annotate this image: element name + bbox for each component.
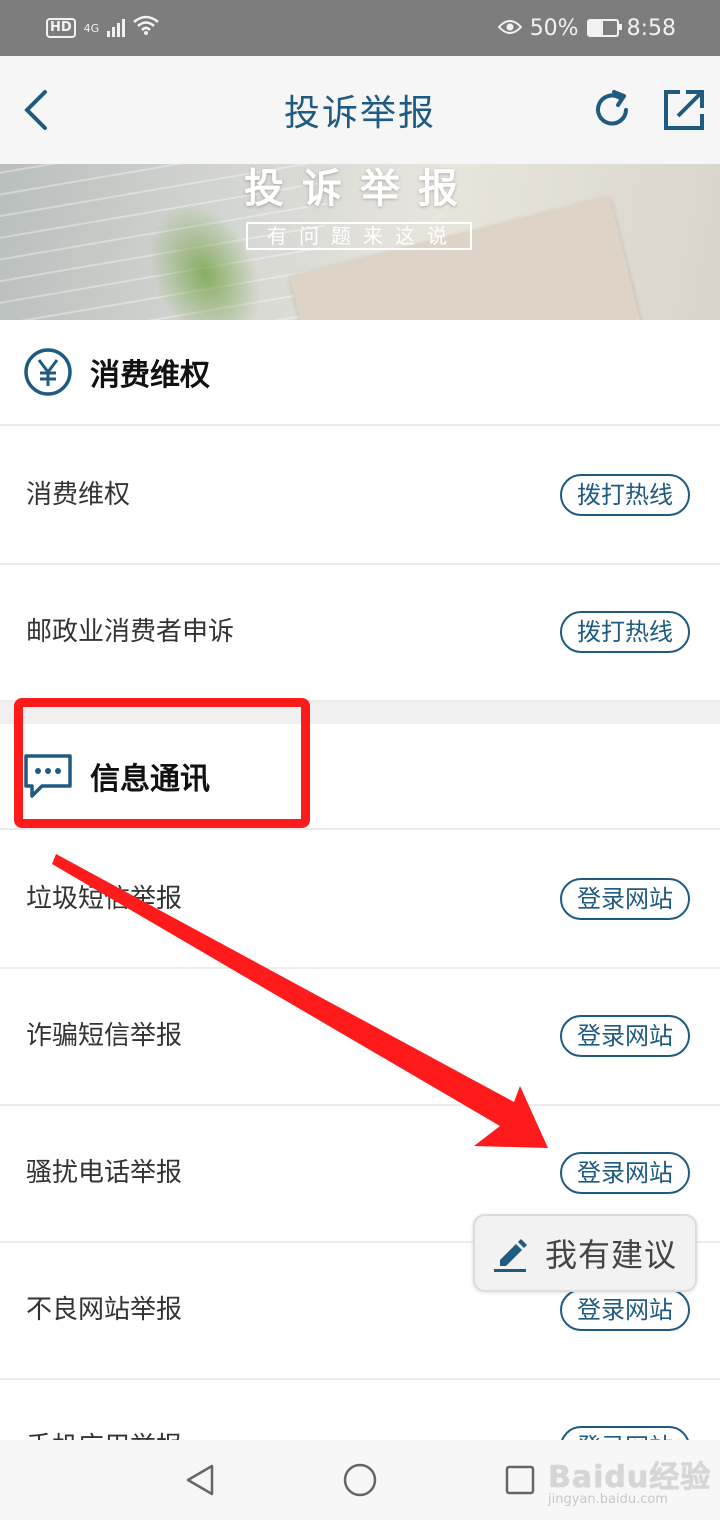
eye-comfort-icon [497,16,523,41]
call-hotline-button[interactable]: 拨打热线 [560,474,690,516]
refresh-button[interactable] [584,82,640,138]
status-bar: HD 4G 50% 8:58 [0,0,720,56]
pencil-icon [491,1233,531,1273]
list-item: 垃圾短信举报 登录网站 [0,832,720,969]
chevron-left-icon [24,90,47,130]
section-header-consumer: 消费维权 [0,320,720,426]
nav-back-button[interactable] [178,1458,222,1502]
suggestion-button[interactable]: 我有建议 [473,1214,697,1292]
banner-subtitle: 有问题来这说 [246,222,472,250]
page-title: 投诉举报 [283,93,436,134]
visit-website-button[interactable]: 登录网站 [560,1015,690,1057]
list-item-label: 邮政业消费者申诉 [26,617,235,647]
signal-icon [107,19,126,37]
annotation-highlight-box [14,698,310,828]
app-header: 投诉举报 [0,56,720,164]
suggestion-label: 我有建议 [545,1236,678,1274]
clock: 8:58 [626,15,676,41]
yen-icon [22,346,74,398]
watermark: Baidu经验 jingyan.baidu.com [548,1452,720,1512]
list-item: 邮政业消费者申诉 拨打热线 [0,565,720,702]
refresh-icon [596,90,628,126]
hd-indicator: HD [46,18,76,38]
back-button[interactable] [8,82,64,138]
list-item-label: 诈骗短信举报 [26,1021,183,1051]
nav-recents-button[interactable] [498,1458,542,1502]
list-item: 诈骗短信举报 登录网站 [0,969,720,1106]
list-item: 消费维权 拨打热线 [0,428,720,565]
circle-home-icon [343,1463,377,1497]
list-item-label: 不良网站举报 [26,1295,183,1325]
visit-website-button[interactable]: 登录网站 [560,1289,690,1331]
banner-envelope [289,196,641,320]
list-item-label: 垃圾短信举报 [26,884,183,914]
battery-percent: 50% [529,15,579,41]
square-recents-icon [505,1465,535,1495]
network-type: 4G [83,21,100,35]
list-item-label: 骚扰电话举报 [26,1158,183,1188]
triangle-back-icon [186,1464,214,1496]
external-link-icon [664,90,704,130]
battery-icon [586,19,622,37]
banner-image: 投诉举报 有问题来这说 [0,164,720,320]
section-title: 消费维权 [90,358,210,393]
visit-website-button[interactable]: 登录网站 [560,1152,690,1194]
nav-home-button[interactable] [338,1458,382,1502]
watermark-brand: Baidu经验 [548,1460,712,1495]
share-button[interactable] [656,82,712,138]
wifi-icon [133,15,160,41]
list-item-label: 消费维权 [26,480,131,510]
call-hotline-button[interactable]: 拨打热线 [560,611,690,653]
visit-website-button[interactable]: 登录网站 [560,878,690,920]
banner-title: 投诉举报 [244,166,476,212]
